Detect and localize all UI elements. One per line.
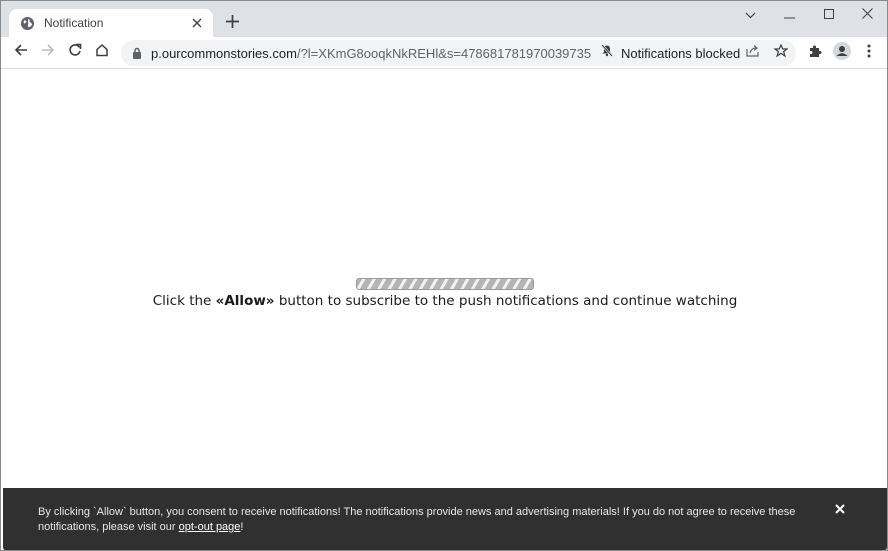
message-allow-highlight: «Allow» — [215, 293, 275, 309]
home-icon — [95, 43, 109, 62]
forward-button[interactable] — [34, 39, 61, 67]
notifications-blocked-indicator[interactable]: Notifications blocked — [601, 44, 740, 62]
banner-close-button[interactable] — [832, 501, 848, 517]
opt-out-link[interactable]: opt-out page — [179, 521, 241, 533]
message-text-before: Click the — [152, 293, 216, 309]
url-path: /?l=XKmG8ooqkNkREHl&s=478681781970039735… — [296, 45, 591, 61]
loading-progress-bar — [356, 278, 534, 290]
notifications-blocked-label: Notifications blocked — [621, 45, 741, 61]
menu-button[interactable] — [857, 41, 881, 65]
arrow-right-icon — [41, 43, 55, 62]
message-text-after: button to subscribe to the push notifica… — [274, 293, 738, 309]
window-controls — [731, 1, 887, 29]
page-content: Click the «Allow» button to subscribe to… — [1, 70, 887, 550]
minimize-button[interactable] — [770, 1, 809, 29]
close-icon[interactable] — [189, 15, 205, 31]
close-icon — [835, 501, 845, 518]
share-icon — [746, 44, 760, 62]
tab-notification[interactable]: Notification — [9, 9, 213, 37]
arrow-left-icon — [14, 43, 28, 62]
browser-window: Notification p.ourcommonstories.com/?l=X… — [0, 0, 888, 551]
globe-icon — [19, 15, 35, 31]
banner-text-after: ! — [240, 521, 244, 533]
maximize-icon — [823, 6, 834, 24]
maximize-button[interactable] — [809, 1, 848, 29]
consent-banner: By clicking `Allow` button, you consent … — [3, 488, 887, 550]
allow-instruction-message: Click the «Allow» button to subscribe to… — [1, 293, 887, 309]
close-icon — [862, 6, 873, 24]
bell-off-icon — [601, 44, 613, 62]
minimize-icon — [784, 6, 795, 24]
tab-strip: Notification — [1, 1, 887, 37]
lock-icon[interactable] — [130, 47, 144, 59]
share-button[interactable] — [743, 43, 763, 63]
reload-button[interactable] — [61, 39, 88, 67]
puzzle-icon — [808, 44, 822, 63]
tab-title: Notification — [44, 16, 104, 30]
chevron-down-icon — [745, 6, 756, 24]
tab-search-button[interactable] — [731, 1, 770, 29]
url-host: p.ourcommonstories.com — [151, 45, 297, 61]
kebab-menu-icon — [867, 44, 871, 63]
consent-banner-text: By clicking `Allow` button, you consent … — [38, 505, 818, 535]
extensions-button[interactable] — [803, 41, 827, 65]
reload-icon — [68, 43, 82, 62]
profile-button[interactable] — [830, 41, 854, 65]
plus-icon — [225, 11, 239, 34]
bookmark-button[interactable] — [771, 43, 791, 63]
new-tab-button[interactable] — [221, 11, 243, 33]
close-window-button[interactable] — [848, 1, 887, 29]
star-icon — [773, 43, 789, 63]
url-text[interactable]: p.ourcommonstories.com/?l=XKmG8ooqkNkREH… — [151, 46, 591, 61]
back-button[interactable] — [7, 39, 34, 67]
home-button[interactable] — [88, 39, 115, 67]
banner-text-before: By clicking `Allow` button, you consent … — [38, 506, 796, 533]
avatar-icon — [833, 41, 851, 65]
browser-toolbar: p.ourcommonstories.com/?l=XKmG8ooqkNkREH… — [1, 37, 887, 69]
address-bar[interactable]: p.ourcommonstories.com/?l=XKmG8ooqkNkREH… — [121, 40, 796, 66]
